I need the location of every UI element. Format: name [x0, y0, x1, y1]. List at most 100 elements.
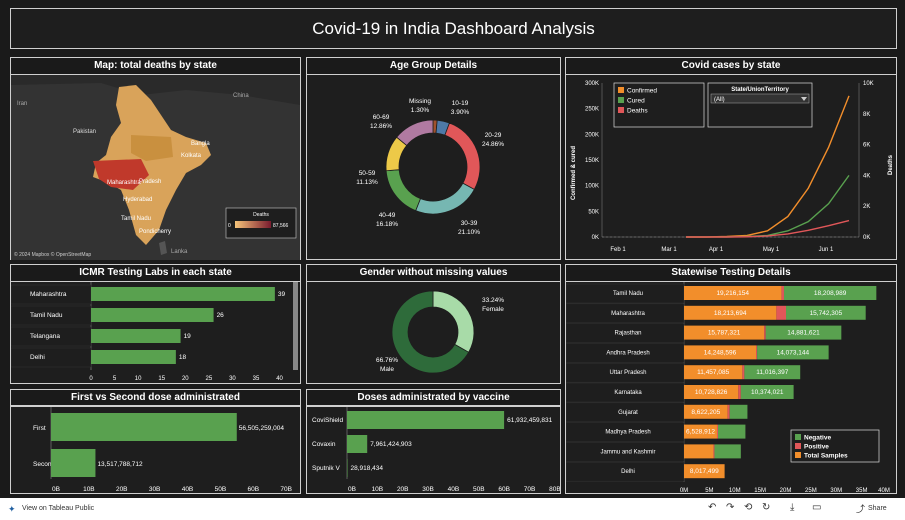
cases-y2-tick: 10K [863, 81, 874, 87]
cases-y-tick: 50K [588, 209, 599, 215]
cases-x-tick: May 1 [763, 247, 780, 253]
gender-donut-chart[interactable]: 33.24% Female 66.76% Male [307, 282, 560, 384]
age-donut-chart[interactable]: Missing 1.30% 10-19 3.90% 20-29 24.86% 3… [307, 75, 560, 260]
state-filter-value: (All) [714, 97, 725, 103]
statewise-total-label: 18,213,694 [714, 310, 747, 317]
vaccine-x-tick: 60B [498, 486, 510, 493]
cases-line-chart[interactable]: Confirmed & cured Deaths Confirmed Cured… [566, 75, 896, 260]
statewise-negative-label: 14,881,621 [787, 330, 820, 337]
icmr-value-label: 26 [217, 312, 225, 319]
age-label: 30-39 [461, 220, 478, 227]
doses-x-tick: 0B [52, 486, 60, 493]
statewise-x-tick: 15M [754, 488, 766, 494]
cases-y2-tick: 4K [863, 173, 870, 179]
statewise-total-label: 15,787,321 [708, 330, 741, 337]
map-label: China [233, 93, 249, 99]
gender-panel[interactable]: Gender without missing values 33.24% Fem… [306, 264, 561, 384]
cases-legend-deaths: Deaths [627, 108, 648, 115]
share-icon[interactable]: ⤴ [856, 502, 865, 515]
cases-y-tick: 250K [585, 107, 599, 113]
statewise-negative-label: 14,073,144 [777, 349, 810, 356]
statewise-category-label: Tamil Nadu [613, 291, 643, 297]
age-slice [444, 122, 481, 190]
vaccine-bar [347, 459, 348, 477]
map-panel[interactable]: Map: total deaths by state Iran Pakistan… [10, 57, 301, 260]
statewise-total-label: 8,622,205 [691, 409, 720, 416]
icmr-bar-chart[interactable]: Maharashtra 39 Tamil Nadu 26 Telangana 19 Delh… [11, 282, 300, 384]
doses-x-tick: 60B [247, 486, 259, 493]
statewise-negative-label: 11,016,397 [756, 369, 788, 376]
cases-legend: Confirmed Cured Deaths [613, 82, 705, 128]
comment-icon[interactable]: ▭ [812, 502, 821, 513]
statewise-category-label: Uttar Pradesh [609, 370, 646, 376]
dashboard-header: Covid-19 in India Dashboard Analysis [10, 8, 897, 49]
statewise-panel[interactable]: Statewise Testing Details Negative Posit… [565, 264, 897, 494]
icmr-x-tick: 5 [113, 376, 117, 382]
download-icon[interactable]: ⤓ [790, 502, 794, 513]
statewise-bar-positive [713, 444, 715, 459]
statewise-bar-negative [718, 424, 746, 439]
age-label: 11.13% [356, 179, 378, 186]
refresh-icon[interactable]: ↻ [762, 502, 770, 513]
revert-icon[interactable]: ⟲ [744, 502, 752, 513]
doses-x-tick: 30B [149, 486, 161, 493]
map-label: Pakistan [73, 129, 96, 135]
map-label: Hyderabad [123, 197, 152, 203]
doses-bar [51, 413, 237, 441]
statewise-bar-chart[interactable]: Negative Positive Total Samples Tamil Na… [566, 282, 896, 494]
statewise-category-label: Gujarat [618, 410, 638, 416]
doses-bar-chart[interactable]: First 56,505,259,004Second 13,517,788,7120… [11, 407, 300, 493]
icmr-bar [91, 329, 181, 343]
map-label: Pondicherry [139, 229, 171, 235]
state-filter[interactable]: State/UnionTerritory (All) [707, 82, 813, 128]
dashboard-title: Covid-19 in India Dashboard Analysis [312, 19, 595, 38]
icmr-category-label: Telangana [30, 333, 60, 340]
map-label: Pradesh [139, 179, 161, 185]
vaccine-bar [347, 435, 368, 453]
gender-label-male-pct: 66.76% [376, 357, 398, 364]
cases-legend-confirmed: Confirmed [627, 88, 657, 95]
icmr-category-label: Delhi [30, 354, 45, 361]
age-panel[interactable]: Age Group Details Missing 1.30% 10-19 3.… [306, 57, 561, 260]
icmr-x-tick: 35 [253, 376, 260, 382]
icmr-panel[interactable]: ICMR Testing Labs in each state Maharash… [10, 264, 301, 384]
doses-title: First vs Second dose administrated [10, 389, 301, 406]
undo-icon[interactable]: ↶ [708, 502, 716, 513]
doses-category-label: First [33, 425, 46, 432]
share-button[interactable]: Share [868, 505, 887, 512]
map-label: Lanka [171, 249, 188, 255]
cases-y2-tick: 6K [863, 143, 870, 149]
map-canvas[interactable]: Iran Pakistan Maharashtra Kolkata Bangla… [11, 75, 300, 260]
doses-value-label: 56,505,259,004 [239, 425, 285, 432]
statewise-bar-positive [727, 404, 730, 419]
icmr-x-tick: 15 [158, 376, 165, 382]
icmr-scrollbar [293, 282, 298, 370]
statewise-negative-label: 10,374,021 [751, 389, 784, 396]
redo-icon[interactable]: ↷ [726, 502, 734, 513]
age-label: 12.86% [370, 123, 392, 130]
vaccine-panel[interactable]: CoviShield 61,932,459,831 Covaxin 7,961,424… [306, 406, 561, 494]
gender-slice [432, 290, 475, 353]
vaccine-x-tick: 40B [448, 486, 460, 493]
map-label: Kolkata [181, 153, 202, 159]
icmr-x-tick: 40 [276, 376, 283, 382]
statewise-legend-positive: Positive [804, 444, 829, 451]
statewise-legend: Negative Positive Total Samples [790, 429, 880, 463]
statewise-bar-positive [742, 365, 745, 380]
statewise-negative-label: 18,208,989 [814, 290, 847, 297]
cases-y-tick: 150K [585, 158, 599, 164]
vaccine-category-label: CoviShield [312, 417, 343, 424]
map-label: Iran [17, 101, 27, 107]
view-on-tableau-link[interactable]: View on Tableau Public [22, 505, 94, 512]
statewise-x-tick: 35M [856, 488, 868, 494]
cases-x-tick: Feb 1 [610, 247, 626, 253]
statewise-legend-total: Total Samples [804, 453, 848, 460]
vaccine-bar-chart[interactable]: CoviShield 61,932,459,831 Covaxin 7,961,424… [307, 407, 560, 493]
statewise-bar-positive [756, 345, 758, 360]
statewise-category-label: Rajasthan [614, 331, 641, 337]
cases-x-tick: Apr 1 [709, 247, 724, 253]
age-label: Missing [409, 98, 431, 105]
icmr-x-tick: 10 [135, 376, 142, 382]
cases-panel[interactable]: Covid cases by state Confirmed & cured D… [565, 57, 897, 260]
doses-panel[interactable]: First 56,505,259,004 Second 13,517,788,712 0… [10, 406, 301, 494]
